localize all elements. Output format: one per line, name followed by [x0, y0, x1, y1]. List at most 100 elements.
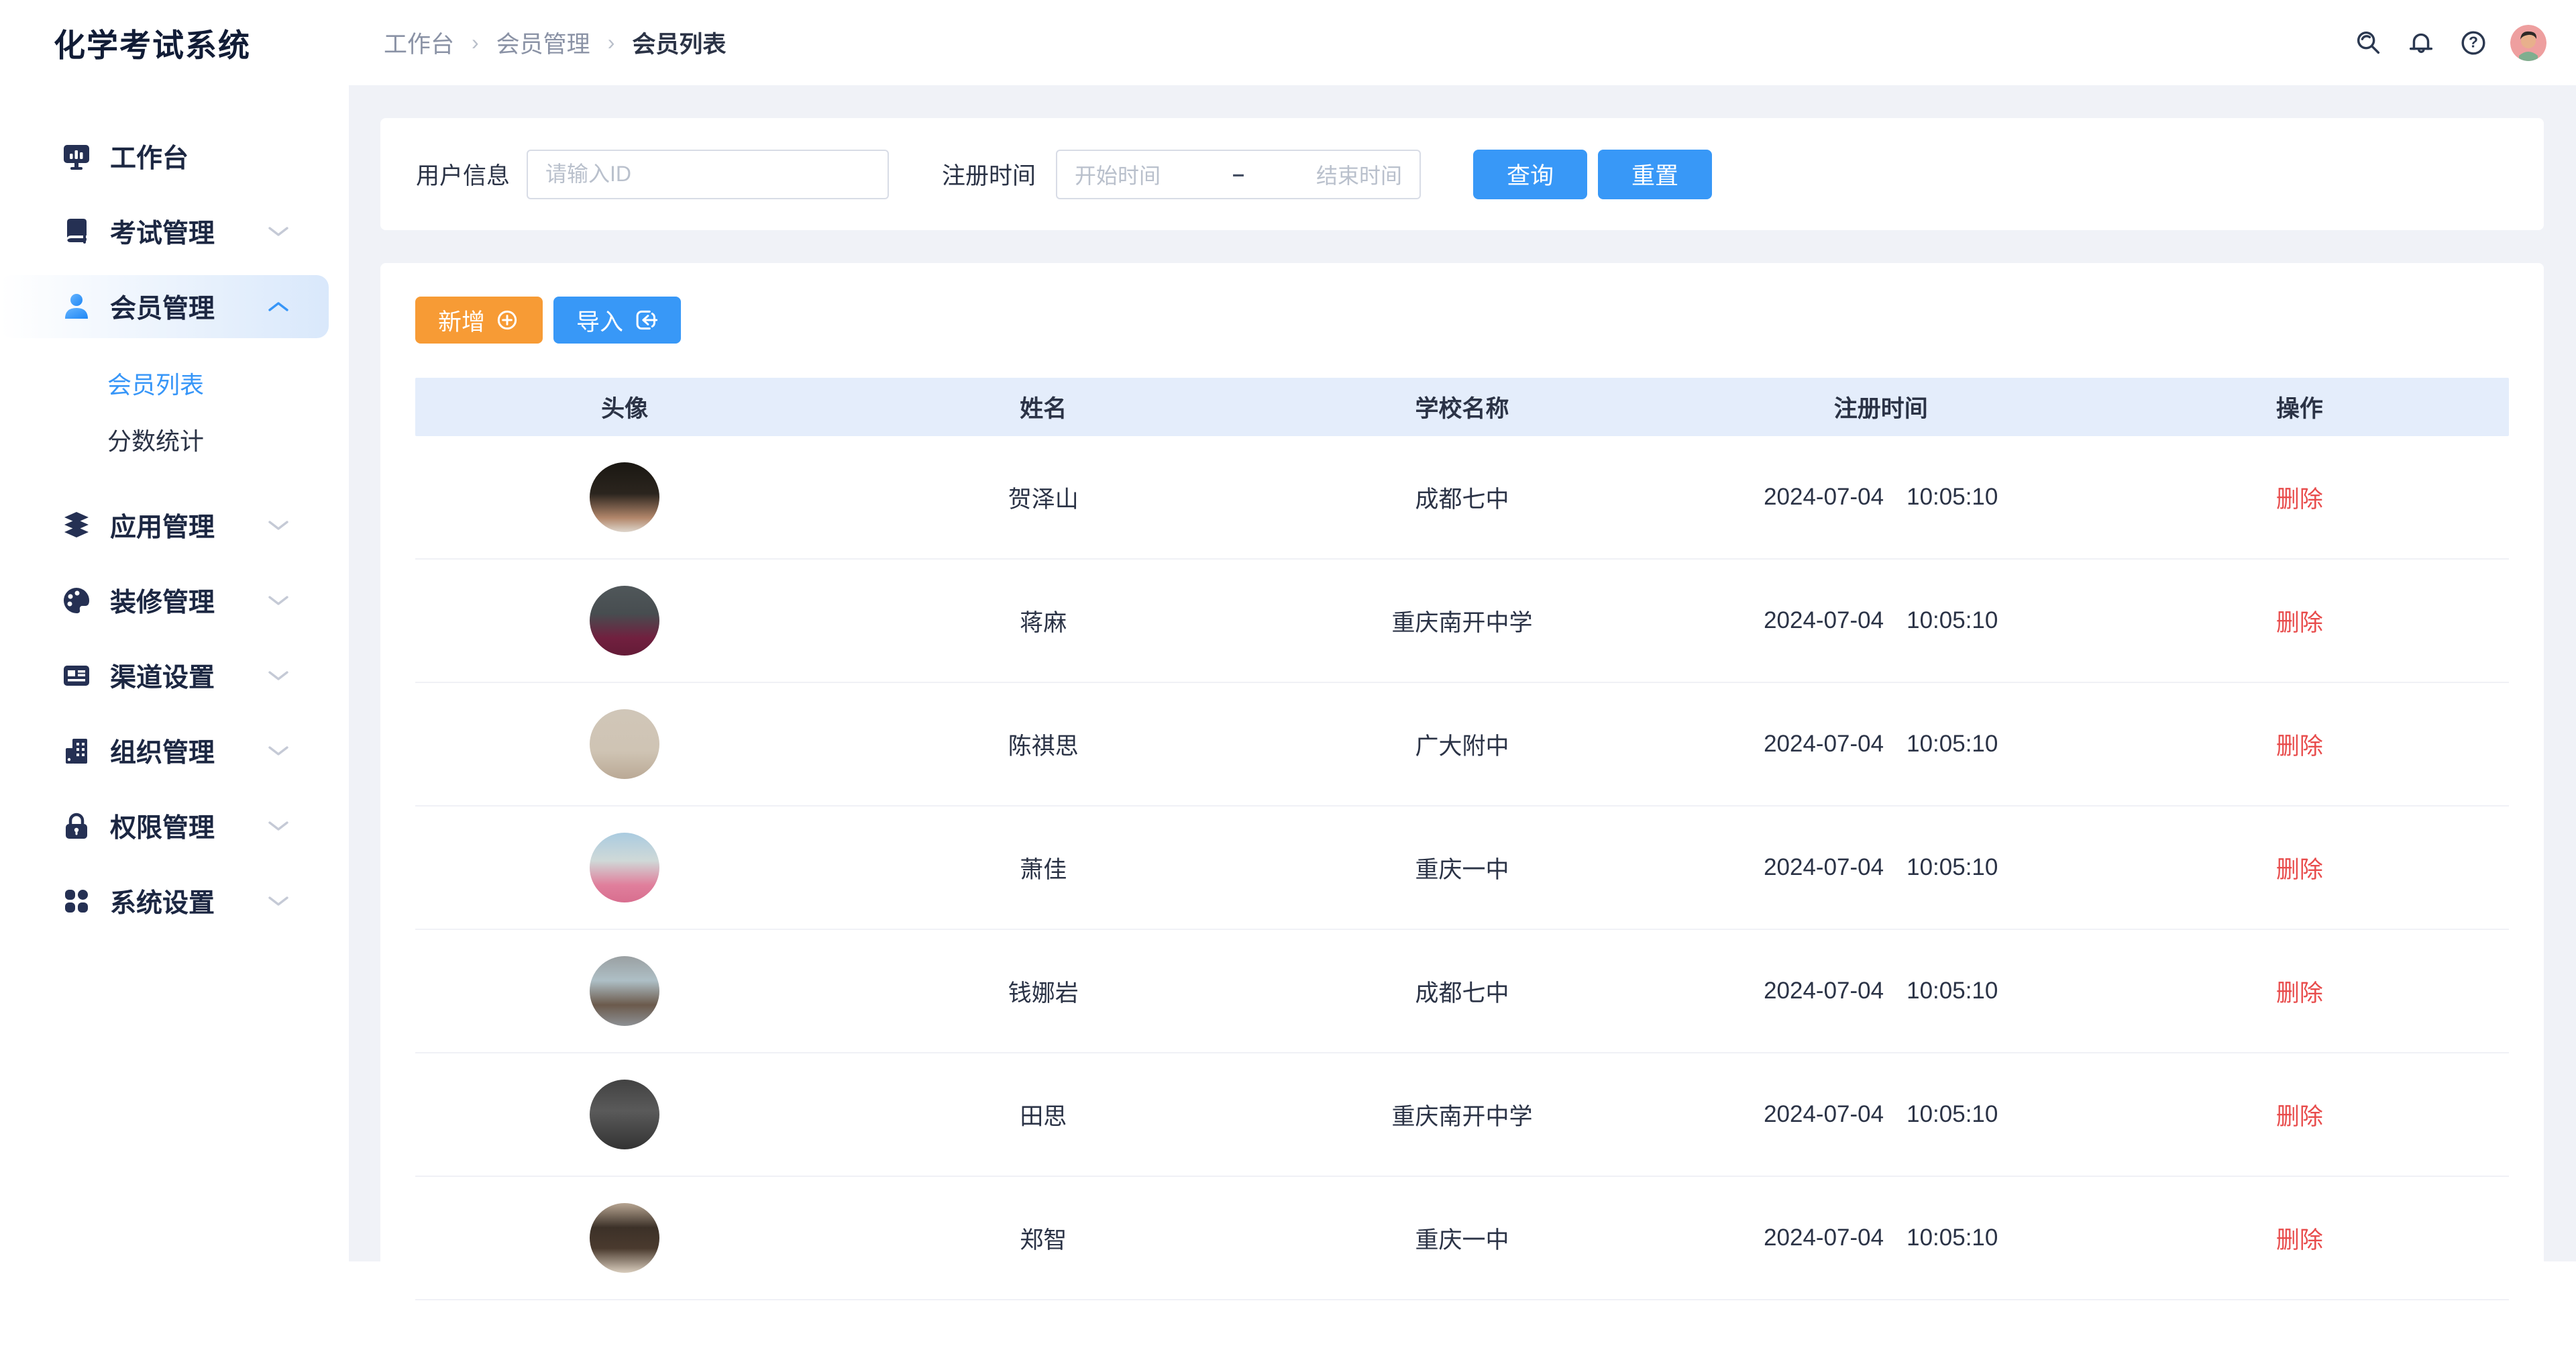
- breadcrumb-member-list: 会员列表: [632, 25, 726, 60]
- sidebar-item-label: 权限管理: [110, 807, 215, 845]
- breadcrumb-member-management[interactable]: 会员管理: [496, 25, 590, 60]
- table-row: 贺泽山 成都七中 2024-07-04 10:05:10 删除: [415, 436, 2509, 560]
- help-icon[interactable]: ?: [2458, 28, 2489, 58]
- column-header-name: 姓名: [834, 390, 1252, 424]
- add-button-label: 新增: [438, 303, 485, 338]
- user-info-label: 用户信息: [416, 157, 510, 191]
- sidebar-item-app-management[interactable]: 应用管理: [0, 488, 349, 563]
- member-list-card: 新增 导入 头像 姓名: [380, 263, 2544, 1350]
- column-header-register-time: 注册时间: [1672, 390, 2090, 424]
- main-content: 用户信息 注册时间 开始时间 – 结束时间 查询 重置 新增 导入: [349, 85, 2576, 1261]
- member-avatar: [590, 462, 659, 532]
- member-name: 蒋麻: [834, 604, 1252, 638]
- register-clock: 10:05:10: [1907, 854, 1998, 881]
- delete-link[interactable]: 删除: [2276, 727, 2323, 762]
- sidebar-item-org-management[interactable]: 组织管理: [0, 713, 349, 788]
- sidebar: 工作台 考试管理: [0, 85, 349, 1261]
- book-icon: [60, 215, 93, 248]
- chevron-down-icon: [267, 894, 290, 908]
- register-clock: 10:05:10: [1907, 607, 1998, 634]
- user-id-input[interactable]: [527, 150, 889, 199]
- member-name: 萧佳: [834, 851, 1252, 885]
- sidebar-item-channel-settings[interactable]: 渠道设置: [0, 638, 349, 713]
- member-register-time: 2024-07-04 10:05:10: [1672, 1225, 2090, 1251]
- register-clock: 10:05:10: [1907, 978, 1998, 1004]
- delete-link[interactable]: 删除: [2276, 1221, 2323, 1255]
- member-avatar: [590, 956, 659, 1026]
- sidebar-item-exam-management[interactable]: 考试管理: [0, 194, 349, 269]
- member-school: 成都七中: [1252, 480, 1671, 515]
- column-header-avatar: 头像: [415, 390, 834, 424]
- delete-link[interactable]: 删除: [2276, 1098, 2323, 1132]
- search-icon[interactable]: [2353, 28, 2384, 58]
- register-date: 2024-07-04: [1764, 484, 1884, 511]
- member-avatar: [590, 709, 659, 779]
- sidebar-subitem-member-list[interactable]: 会员列表: [0, 355, 349, 411]
- register-date: 2024-07-04: [1764, 854, 1884, 881]
- submenu-item-label: 会员列表: [107, 366, 204, 401]
- register-date: 2024-07-04: [1764, 1101, 1884, 1128]
- sidebar-menu: 工作台 考试管理: [0, 85, 349, 939]
- search-button[interactable]: 查询: [1473, 150, 1587, 199]
- sidebar-item-permission-management[interactable]: 权限管理: [0, 788, 349, 864]
- add-button[interactable]: 新增: [415, 297, 543, 344]
- table-row: 陈祺思 广大附中 2024-07-04 10:05:10 删除: [415, 683, 2509, 807]
- delete-link[interactable]: 删除: [2276, 604, 2323, 638]
- import-button-label: 导入: [576, 303, 623, 338]
- app-logo: 化学考试系统: [54, 0, 251, 85]
- newspaper-icon: [60, 660, 93, 692]
- member-register-time: 2024-07-04 10:05:10: [1672, 1101, 2090, 1128]
- chevron-down-icon: [267, 225, 290, 238]
- member-name: 田思: [834, 1098, 1252, 1132]
- sidebar-subitem-score-stats[interactable]: 分数统计: [0, 411, 349, 468]
- member-school: 重庆南开中学: [1252, 1098, 1671, 1132]
- start-date-field[interactable]: 开始时间: [1075, 159, 1161, 190]
- table-row: 蒋麻 重庆南开中学 2024-07-04 10:05:10 删除: [415, 560, 2509, 683]
- sidebar-item-member-management[interactable]: 会员管理: [0, 275, 329, 338]
- top-header: 化学考试系统 工作台 › 会员管理 › 会员列表 ?: [0, 0, 2576, 85]
- sidebar-item-label: 装修管理: [110, 582, 215, 619]
- delete-link[interactable]: 删除: [2276, 974, 2323, 1008]
- user-avatar[interactable]: [2510, 25, 2546, 61]
- register-clock: 10:05:10: [1907, 1101, 1998, 1128]
- member-name: 陈祺思: [834, 727, 1252, 762]
- user-icon: [60, 291, 93, 323]
- breadcrumb-separator: ›: [472, 30, 479, 55]
- table-row: 萧佳 重庆一中 2024-07-04 10:05:10 删除: [415, 807, 2509, 930]
- date-range-separator: –: [1232, 162, 1244, 187]
- import-button[interactable]: 导入: [553, 297, 681, 344]
- plus-circle-icon: [494, 307, 520, 333]
- sidebar-item-label: 会员管理: [110, 288, 215, 325]
- register-date: 2024-07-04: [1764, 731, 1884, 758]
- palette-icon: [60, 584, 93, 617]
- date-range-picker[interactable]: 开始时间 – 结束时间: [1056, 150, 1421, 199]
- sidebar-item-workbench[interactable]: 工作台: [0, 119, 349, 194]
- register-date: 2024-07-04: [1764, 607, 1884, 634]
- reset-button[interactable]: 重置: [1598, 150, 1712, 199]
- register-time-label: 注册时间: [942, 157, 1036, 191]
- sidebar-item-label: 渠道设置: [110, 657, 215, 694]
- delete-link[interactable]: 删除: [2276, 851, 2323, 885]
- sidebar-item-decoration-management[interactable]: 装修管理: [0, 563, 349, 638]
- breadcrumb-workbench[interactable]: 工作台: [384, 25, 454, 60]
- monitor-chart-icon: [60, 140, 93, 172]
- member-school: 重庆一中: [1252, 1221, 1671, 1255]
- table-header-row: 头像 姓名 学校名称 注册时间 操作: [415, 378, 2509, 436]
- member-school: 成都七中: [1252, 974, 1671, 1008]
- sidebar-item-label: 工作台: [110, 138, 189, 175]
- end-date-field[interactable]: 结束时间: [1316, 159, 1402, 190]
- member-management-submenu: 会员列表 分数统计: [0, 344, 349, 488]
- member-register-time: 2024-07-04 10:05:10: [1672, 978, 2090, 1004]
- bell-icon[interactable]: [2406, 28, 2436, 58]
- member-avatar: [590, 586, 659, 656]
- register-clock: 10:05:10: [1907, 731, 1998, 758]
- sidebar-item-system-settings[interactable]: 系统设置: [0, 864, 349, 939]
- delete-link[interactable]: 删除: [2276, 480, 2323, 515]
- breadcrumb-separator: ›: [608, 30, 615, 55]
- member-avatar: [590, 833, 659, 902]
- member-school: 重庆南开中学: [1252, 604, 1671, 638]
- table-row: 钱娜岩 成都七中 2024-07-04 10:05:10 删除: [415, 930, 2509, 1053]
- member-avatar: [590, 1080, 659, 1149]
- sidebar-item-label: 组织管理: [110, 732, 215, 770]
- chevron-down-icon: [267, 594, 290, 607]
